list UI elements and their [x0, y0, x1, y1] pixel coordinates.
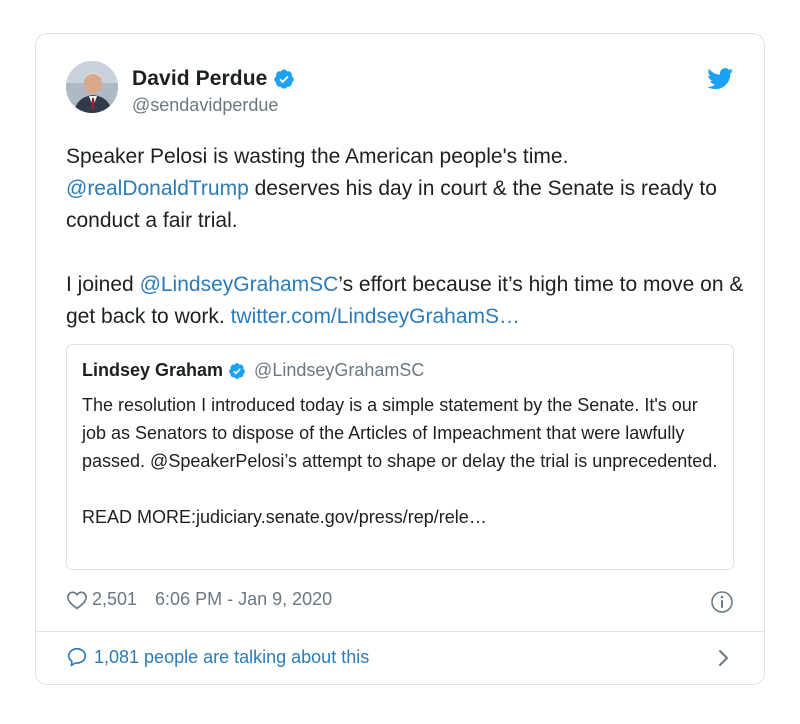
quoted-tweet-header: Lindsey Graham @LindseyGrahamSC [82, 360, 424, 381]
tweet-text: Speaker Pelosi is wasting the American p… [66, 141, 746, 333]
heart-icon[interactable] [66, 590, 88, 610]
embedded-tweet-card: David Perdue @sendavidperdue Speaker Pel… [35, 33, 765, 685]
chevron-right-icon[interactable] [716, 648, 730, 668]
speech-bubble-icon [66, 646, 88, 668]
author-handle[interactable]: @sendavidperdue [132, 95, 278, 116]
author-display-name[interactable]: David Perdue [132, 67, 267, 91]
author-avatar[interactable] [66, 61, 118, 113]
quoted-tweet-read-more: READ MORE:judiciary.senate.gov/press/rep… [82, 507, 487, 527]
talking-about-link[interactable]: 1,081 people are talking about this [66, 646, 369, 668]
quoted-author-name: Lindsey Graham [82, 360, 224, 380]
tweet-timestamp[interactable]: 6:06 PM - Jan 9, 2020 [155, 589, 332, 610]
card-divider [36, 631, 764, 632]
info-icon[interactable] [710, 590, 734, 614]
mention-link-lindseygrahamsc[interactable]: @LindseyGrahamSC [140, 273, 339, 296]
quoted-tweet-body: The resolution I introduced today is a s… [82, 395, 718, 471]
mention-link-realdonaldtrump[interactable]: @realDonaldTrump [66, 177, 249, 200]
author-name-row[interactable]: David Perdue [132, 67, 295, 91]
verified-badge-icon [228, 362, 246, 380]
tweet-paragraph-2: I joined @LindseyGrahamSC’s effort becau… [66, 269, 746, 333]
quoted-tweet-url-link[interactable]: twitter.com/LindseyGrahamS… [231, 305, 520, 328]
verified-badge-icon [273, 68, 295, 90]
quoted-tweet[interactable]: Lindsey Graham @LindseyGrahamSC The reso… [66, 344, 734, 570]
tweet-text-segment: I joined [66, 273, 140, 296]
tweet-text-line: Speaker Pelosi is wasting the American p… [66, 145, 569, 168]
quoted-author-handle: @LindseyGrahamSC [254, 360, 425, 380]
twitter-bird-icon[interactable] [707, 68, 734, 90]
talking-about-text[interactable]: 1,081 people are talking about this [94, 647, 369, 668]
like-count[interactable]: 2,501 [92, 589, 137, 610]
tweet-meta-row: 2,501 6:06 PM - Jan 9, 2020 [66, 589, 332, 610]
quoted-tweet-text: The resolution I introduced today is a s… [82, 391, 722, 531]
tweet-paragraph-1: Speaker Pelosi is wasting the American p… [66, 141, 746, 237]
